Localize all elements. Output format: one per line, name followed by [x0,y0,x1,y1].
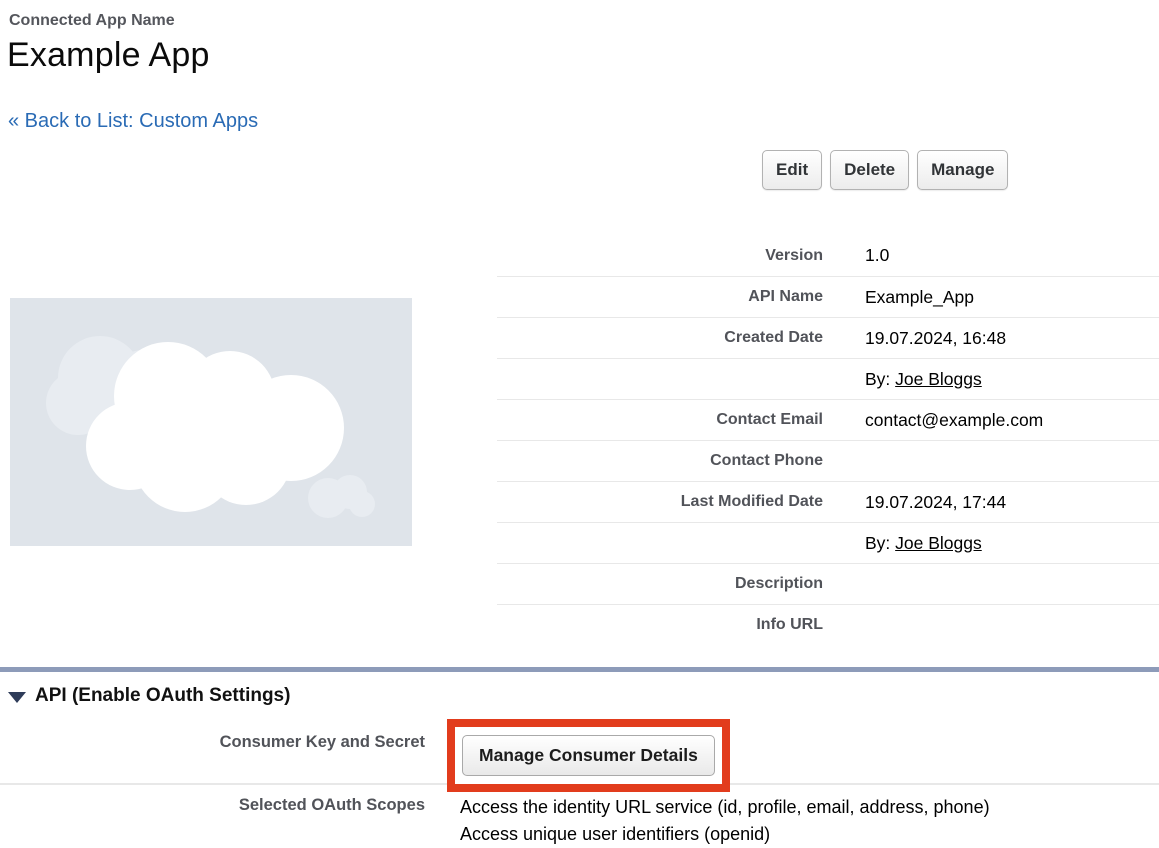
consumer-key-label: Consumer Key and Secret [0,733,425,752]
detail-row-version: Version 1.0 [497,235,1159,276]
back-to-list-link[interactable]: « Back to List: Custom Apps [8,110,258,133]
field-label: Contact Phone [497,452,823,470]
connected-app-detail-page: Connected App Name Example App « Back to… [0,0,1159,848]
toolbar: Edit Delete Manage [762,150,1008,190]
collapse-triangle-icon [8,692,26,703]
detail-row-modified-by: By: Joe Bloggs [497,522,1159,563]
by-prefix: By: [865,369,895,389]
field-label: Version [497,247,823,265]
field-value: By: Joe Bloggs [865,369,982,390]
field-label: API Name [497,288,823,306]
detail-table: Version 1.0 API Name Example_App Created… [497,235,1159,645]
detail-row-created-by: By: Joe Bloggs [497,358,1159,399]
cloud-image-icon [10,298,412,546]
field-label: Contact Email [497,411,823,429]
oauth-scope-item: Access the identity URL service (id, pro… [460,794,990,821]
detail-row-last-modified-date: Last Modified Date 19.07.2024, 17:44 [497,481,1159,522]
delete-button[interactable]: Delete [830,150,909,190]
by-prefix: By: [865,533,895,553]
detail-row-contact-email: Contact Email contact@example.com [497,399,1159,440]
entity-type-label: Connected App Name [9,12,175,30]
field-label: Created Date [497,329,823,347]
field-value: By: Joe Bloggs [865,533,982,554]
field-value: contact@example.com [865,410,1043,431]
modified-by-link[interactable]: Joe Bloggs [895,533,982,553]
field-label: Info URL [497,616,823,634]
detail-row-created-date: Created Date 19.07.2024, 16:48 [497,317,1159,358]
detail-row-api-name: API Name Example_App [497,276,1159,317]
page-title: Example App [7,36,210,75]
detail-row-contact-phone: Contact Phone [497,440,1159,481]
field-value: Example_App [865,287,974,308]
oauth-scopes-label: Selected OAuth Scopes [0,796,425,815]
field-value: 19.07.2024, 16:48 [865,328,1006,349]
oauth-section-header[interactable]: API (Enable OAuth Settings) [8,685,290,707]
app-logo-image [10,298,412,546]
detail-row-info-url: Info URL [497,604,1159,645]
detail-row-description: Description [497,563,1159,604]
field-value: 1.0 [865,245,889,266]
oauth-section-title: API (Enable OAuth Settings) [35,685,290,707]
section-divider-bar [0,667,1159,672]
created-by-link[interactable]: Joe Bloggs [895,369,982,389]
oauth-scope-item: Access unique user identifiers (openid) [460,821,990,848]
edit-button[interactable]: Edit [762,150,822,190]
oauth-scopes-values: Access the identity URL service (id, pro… [460,794,990,848]
manage-consumer-details-button[interactable]: Manage Consumer Details [462,735,715,776]
manage-button[interactable]: Manage [917,150,1008,190]
highlight-box: Manage Consumer Details [447,719,730,792]
field-label: Description [497,575,823,593]
field-value: 19.07.2024, 17:44 [865,492,1006,513]
field-label: Last Modified Date [497,493,823,511]
